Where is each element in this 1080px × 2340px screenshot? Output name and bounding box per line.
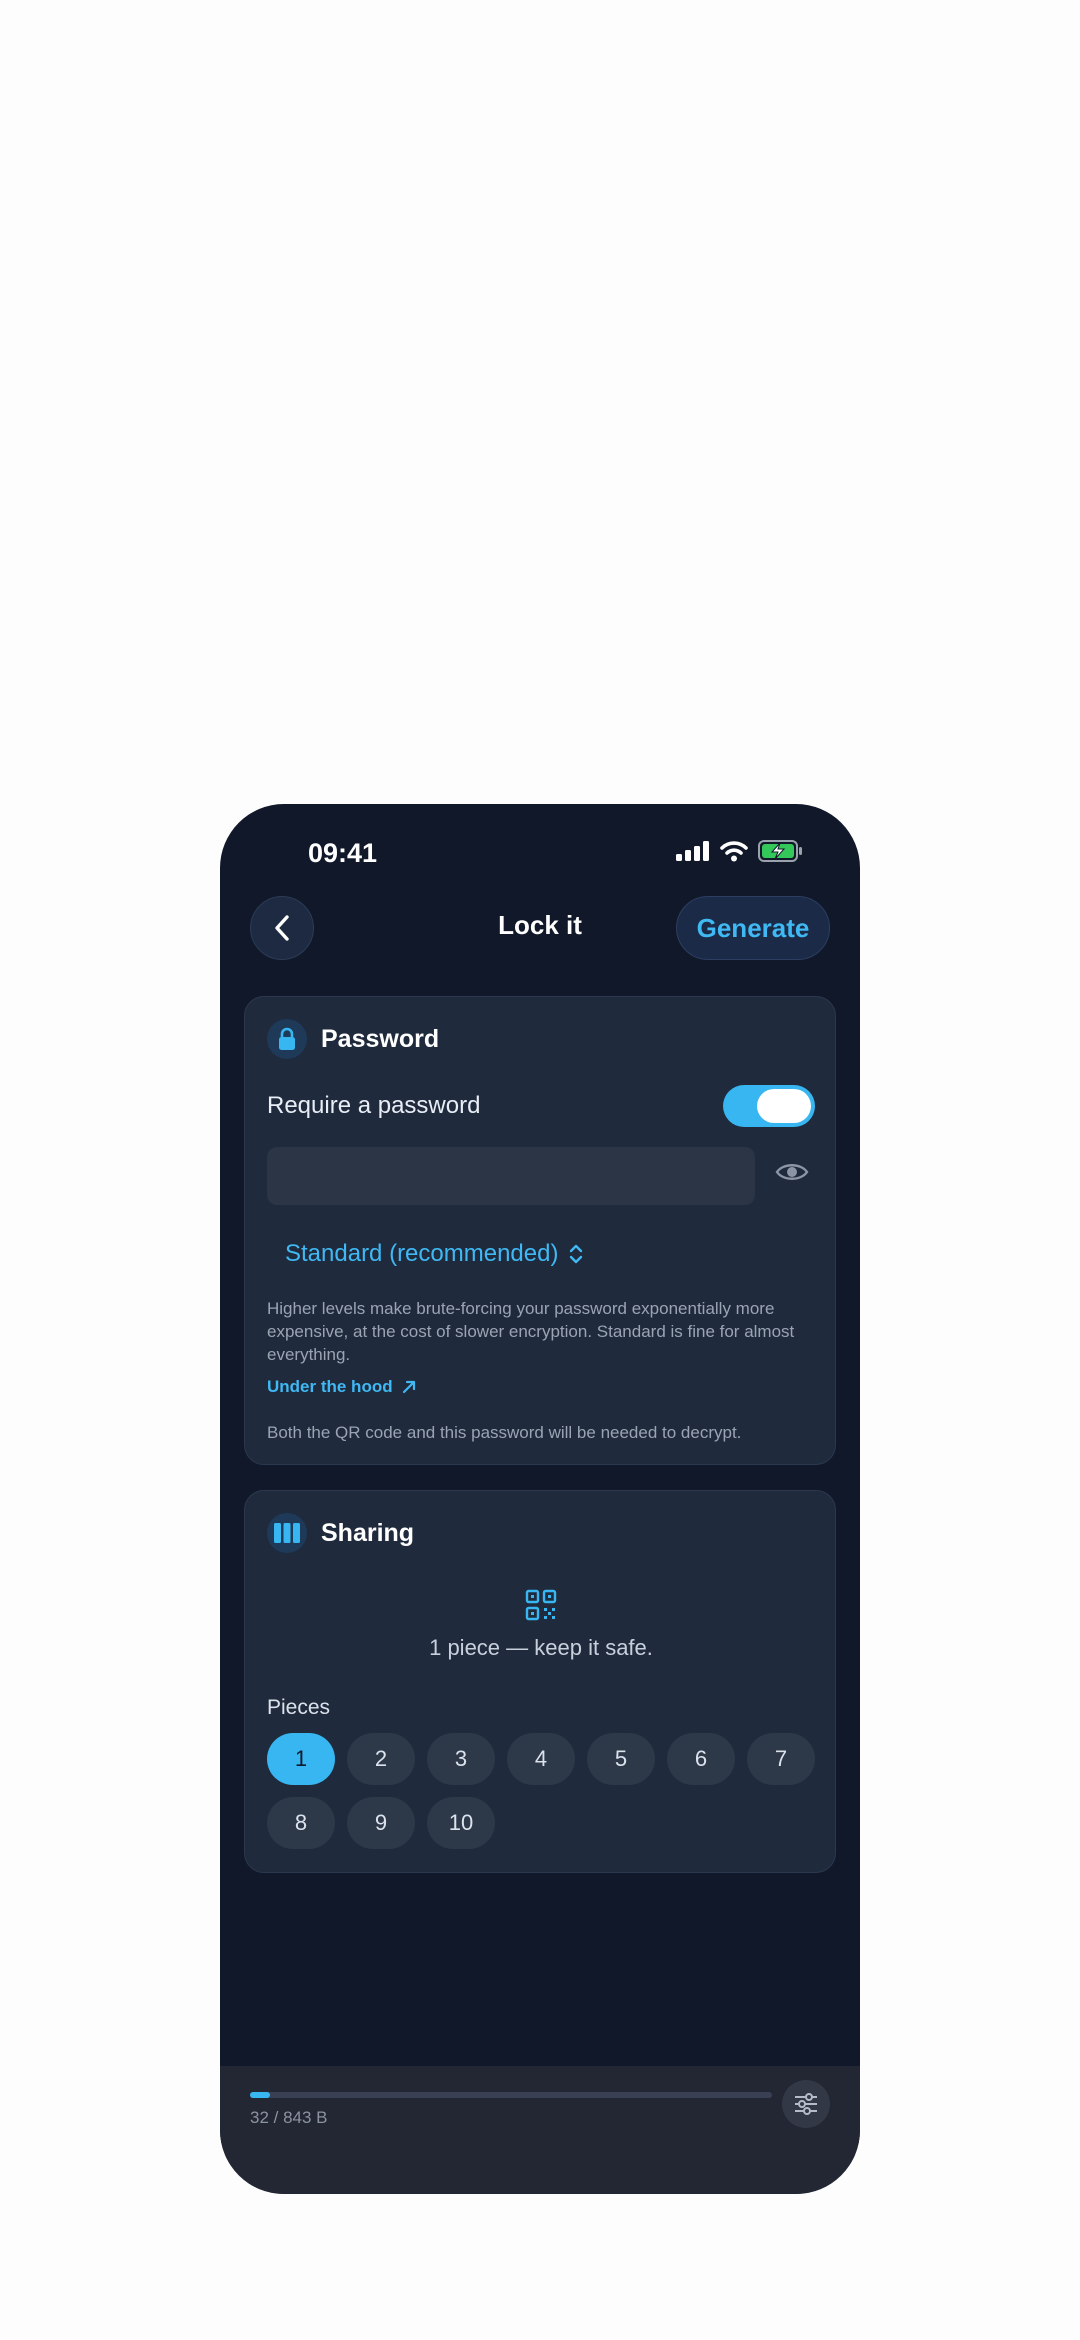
qr-code-icon [525, 1589, 557, 1621]
decrypt-note: Both the QR code and this password will … [267, 1423, 742, 1442]
encryption-help-text: Higher levels make brute-forcing your pa… [267, 1299, 795, 1364]
chevron-up-down-icon [570, 1244, 583, 1264]
capacity-size-text: 32 / 843 B [250, 2108, 328, 2127]
under-the-hood-link[interactable]: Under the hood [267, 1377, 417, 1397]
sharing-card: Sharing 1 piece — keep it safe. Pieces 1… [244, 1490, 836, 1873]
lock-icon [267, 1019, 307, 1059]
piece-option[interactable]: 10 [427, 1797, 495, 1849]
password-card: Password Require a password Standard (re… [244, 996, 836, 1465]
cellular-signal-icon [676, 841, 709, 861]
require-password-toggle[interactable] [723, 1085, 815, 1127]
phone-screen: 09:41 Lock it Generate Password Require … [220, 804, 860, 2194]
generate-button[interactable]: Generate [676, 896, 830, 960]
require-password-label: Require a password [267, 1092, 481, 1119]
show-password-button[interactable] [775, 1161, 809, 1188]
bottom-bar: 32 / 843 B [220, 2066, 860, 2194]
status-icons [676, 840, 804, 862]
encryption-level-value: Standard (recommended) [285, 1240, 559, 1267]
pieces-label: Pieces [267, 1696, 331, 1719]
battery-charging-icon [758, 840, 802, 862]
capacity-progress-fill [250, 2092, 270, 2098]
columns-icon [267, 1513, 307, 1553]
sharing-card-header: Sharing [267, 1513, 414, 1553]
under-the-hood-label: Under the hood [267, 1377, 393, 1396]
piece-option[interactable]: 8 [267, 1797, 335, 1849]
password-input[interactable] [267, 1147, 755, 1205]
piece-option[interactable]: 9 [347, 1797, 415, 1849]
sliders-icon [795, 2093, 817, 2115]
capacity-progress-bar [250, 2092, 772, 2098]
eye-icon [775, 1164, 809, 1180]
toggle-knob [757, 1089, 811, 1123]
status-time: 09:41 [308, 838, 378, 868]
password-card-title: Password [321, 1024, 440, 1053]
password-card-header: Password [267, 1019, 439, 1059]
piece-option[interactable]: 5 [587, 1733, 655, 1785]
settings-button[interactable] [782, 2080, 830, 2128]
arrow-up-right-icon [402, 1380, 415, 1394]
piece-option[interactable]: 4 [507, 1733, 575, 1785]
sharing-card-title: Sharing [321, 1518, 415, 1547]
encryption-level-select[interactable]: Standard (recommended) [285, 1240, 584, 1268]
piece-option[interactable]: 3 [427, 1733, 495, 1785]
piece-option[interactable]: 2 [347, 1733, 415, 1785]
piece-option[interactable]: 1 [267, 1733, 335, 1785]
pieces-message: 1 piece — keep it safe. [429, 1635, 653, 1660]
piece-option[interactable]: 6 [667, 1733, 735, 1785]
wifi-icon [720, 841, 748, 862]
piece-option[interactable]: 7 [747, 1733, 815, 1785]
